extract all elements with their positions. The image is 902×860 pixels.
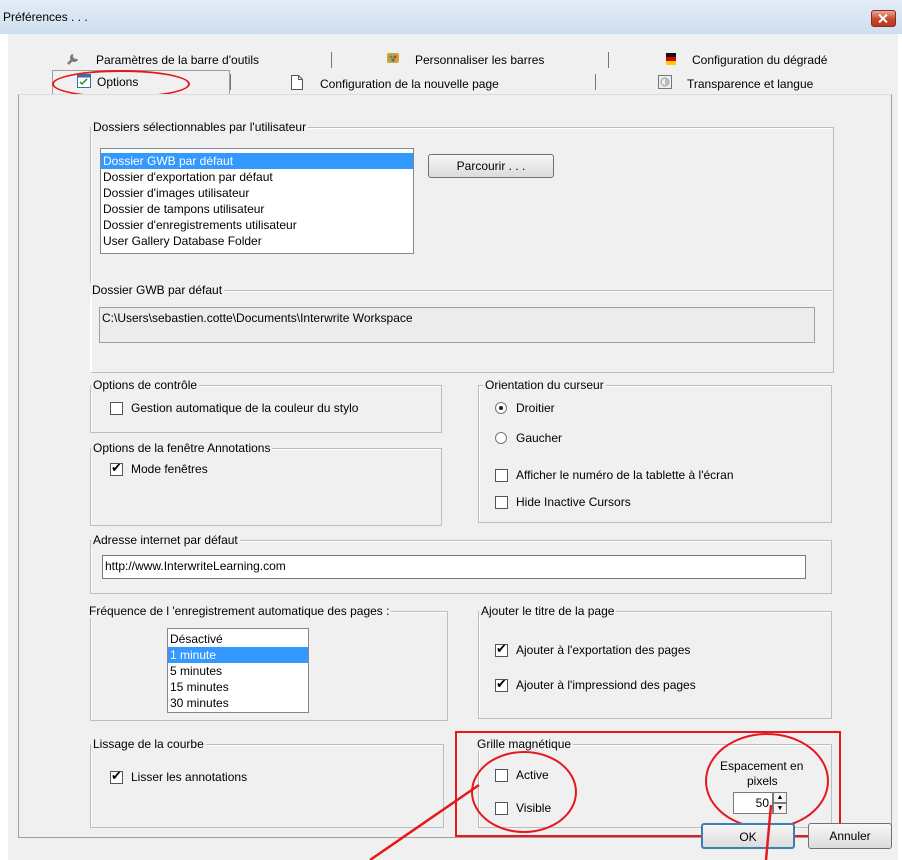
group-label: Dossiers sélectionnables par l'utilisate… bbox=[91, 120, 309, 134]
tab-label: Personnaliser les barres bbox=[415, 53, 545, 67]
list-item[interactable]: 30 minutes bbox=[168, 695, 308, 711]
add-to-export-checkbox[interactable]: ✔ bbox=[495, 641, 508, 657]
default-url-group: Adresse internet par défaut http://www.I… bbox=[90, 533, 832, 594]
folders-listbox[interactable]: Dossier GWB par défaut Dossier d'exporta… bbox=[100, 148, 414, 254]
group-label: Orientation du curseur bbox=[483, 378, 606, 392]
control-options-group: Options de contrôle Gestion automatique … bbox=[90, 378, 442, 433]
add-to-print-label: Ajouter à l'impressiond des pages bbox=[516, 678, 696, 692]
highlight-ellipse bbox=[705, 733, 829, 829]
hide-inactive-cursors-checkbox[interactable] bbox=[495, 496, 508, 509]
list-item[interactable]: Dossier de tampons utilisateur bbox=[101, 201, 413, 217]
tab-label: Configuration de la nouvelle page bbox=[320, 77, 499, 91]
right-handed-label: Droitier bbox=[516, 401, 555, 415]
tab-divider bbox=[331, 52, 332, 68]
tab-label: Configuration du dégradé bbox=[692, 53, 828, 67]
check-mark-icon: ✔ bbox=[111, 768, 122, 783]
curve-smoothing-group: Lissage de la courbe ✔ Lisser les annota… bbox=[90, 737, 444, 828]
default-url-input[interactable]: http://www.InterwriteLearning.com bbox=[102, 555, 806, 579]
title-bar: Préférences . . . bbox=[0, 0, 902, 34]
group-label: Options de la fenêtre Annotations bbox=[91, 441, 273, 455]
list-item[interactable]: Dossier d'images utilisateur bbox=[101, 185, 413, 201]
radio-dot bbox=[499, 406, 503, 410]
annotations-window-group: Options de la fenêtre Annotations ✔ Mode… bbox=[90, 441, 442, 526]
left-handed-label: Gaucher bbox=[516, 431, 563, 445]
autosave-frequency-group: Fréquence de l 'enregistrement automatiq… bbox=[87, 604, 448, 721]
wrench-icon bbox=[67, 53, 79, 65]
list-item[interactable]: Dossier d'exportation par défaut bbox=[101, 169, 413, 185]
cancel-button[interactable]: Annuler bbox=[808, 823, 892, 849]
flag-icon bbox=[666, 53, 676, 65]
default-folder-group: Dossier GWB par défaut C:\Users\sebastie… bbox=[90, 283, 832, 373]
list-item[interactable]: 15 minutes bbox=[168, 679, 308, 695]
group-label: Dossier GWB par défaut bbox=[90, 283, 225, 297]
list-item[interactable]: 5 minutes bbox=[168, 663, 308, 679]
default-folder-path: C:\Users\sebastien.cotte\Documents\Inter… bbox=[99, 307, 815, 343]
add-to-print-checkbox[interactable]: ✔ bbox=[495, 676, 508, 692]
tab-divider bbox=[608, 52, 609, 68]
check-mark-icon: ✔ bbox=[496, 676, 507, 691]
auto-pen-color-label: Gestion automatique de la couleur du sty… bbox=[131, 401, 359, 415]
windowed-mode-checkbox[interactable]: ✔ bbox=[110, 460, 123, 476]
auto-pen-color-checkbox[interactable] bbox=[110, 402, 123, 415]
tab-label: Transparence et langue bbox=[687, 77, 814, 91]
tab-panel: Dossiers sélectionnables par l'utilisate… bbox=[18, 94, 892, 838]
show-tablet-number-checkbox[interactable] bbox=[495, 469, 508, 482]
highlight-ellipse bbox=[471, 751, 577, 833]
list-item[interactable]: User Gallery Database Folder bbox=[101, 233, 413, 249]
close-button[interactable] bbox=[871, 10, 896, 27]
user-folders-group: Dossiers sélectionnables par l'utilisate… bbox=[90, 120, 834, 373]
tab-divider bbox=[230, 74, 231, 90]
tab-label: Paramètres de la barre d'outils bbox=[96, 53, 260, 67]
smooth-annotations-label: Lisser les annotations bbox=[131, 770, 248, 784]
list-item[interactable]: Dossier GWB par défaut bbox=[101, 153, 413, 169]
windowed-mode-label: Mode fenêtres bbox=[131, 462, 208, 476]
cursor-orientation-group: Orientation du curseur Droitier Gaucher … bbox=[478, 378, 832, 523]
left-handed-radio[interactable] bbox=[495, 432, 507, 444]
show-tablet-number-label: Afficher le numéro de la tablette à l'éc… bbox=[516, 468, 734, 482]
hide-inactive-cursors-label: Hide Inactive Cursors bbox=[516, 495, 631, 509]
tab-divider bbox=[595, 74, 596, 90]
list-item[interactable]: 1 minute bbox=[168, 647, 308, 663]
group-label: Fréquence de l 'enregistrement automatiq… bbox=[87, 604, 392, 618]
window-title: Préférences . . . bbox=[3, 10, 88, 24]
list-item[interactable]: Dossier d'enregistrements utilisateur bbox=[101, 217, 413, 233]
check-mark-icon: ✔ bbox=[496, 641, 507, 656]
group-label: Adresse internet par défaut bbox=[91, 533, 240, 547]
browse-button[interactable]: Parcourir . . . bbox=[428, 154, 554, 178]
transparency-icon bbox=[658, 75, 672, 89]
check-mark-icon: ✔ bbox=[111, 460, 122, 475]
group-label: Options de contrôle bbox=[91, 378, 200, 392]
page-icon bbox=[291, 75, 303, 90]
group-label: Ajouter le titre de la page bbox=[479, 604, 617, 618]
autosave-listbox[interactable]: Désactivé 1 minute 5 minutes 15 minutes … bbox=[167, 628, 309, 713]
right-handed-radio[interactable] bbox=[495, 402, 507, 414]
list-item[interactable]: Désactivé bbox=[168, 631, 308, 647]
add-to-export-label: Ajouter à l'exportation des pages bbox=[516, 643, 691, 657]
dialog-body: Paramètres de la barre d'outils Personna… bbox=[8, 34, 898, 860]
ok-button[interactable]: OK bbox=[701, 823, 795, 849]
page-title-group: Ajouter le titre de la page ✔ Ajouter à … bbox=[478, 604, 832, 719]
group-label: Lissage de la courbe bbox=[91, 737, 206, 751]
palette-icon bbox=[387, 53, 399, 63]
smooth-annotations-checkbox[interactable]: ✔ bbox=[110, 768, 123, 784]
